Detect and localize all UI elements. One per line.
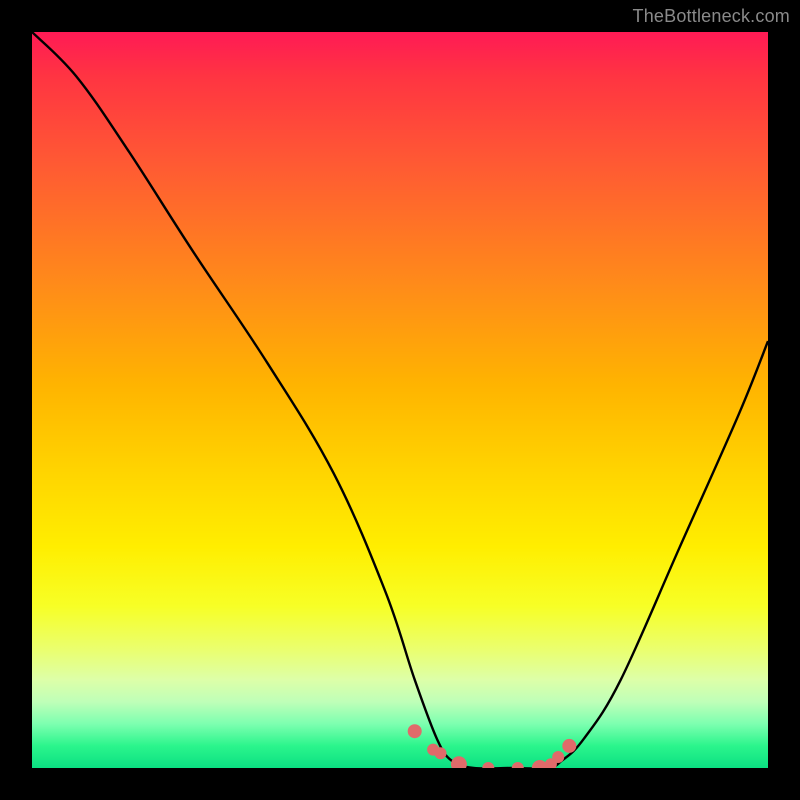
- plot-area: [32, 32, 768, 768]
- watermark-label: TheBottleneck.com: [633, 6, 790, 27]
- optimal-marker: [482, 762, 494, 768]
- optimal-marker: [435, 747, 447, 759]
- optimal-marker: [451, 756, 467, 768]
- bottleneck-curve: [32, 32, 768, 768]
- chart-frame: TheBottleneck.com: [0, 0, 800, 800]
- curve-path: [32, 32, 768, 768]
- optimal-marker: [552, 751, 564, 763]
- optimal-marker: [408, 724, 422, 738]
- optimal-marker: [562, 739, 576, 753]
- curve-layer: [32, 32, 768, 768]
- optimal-marker: [512, 762, 524, 768]
